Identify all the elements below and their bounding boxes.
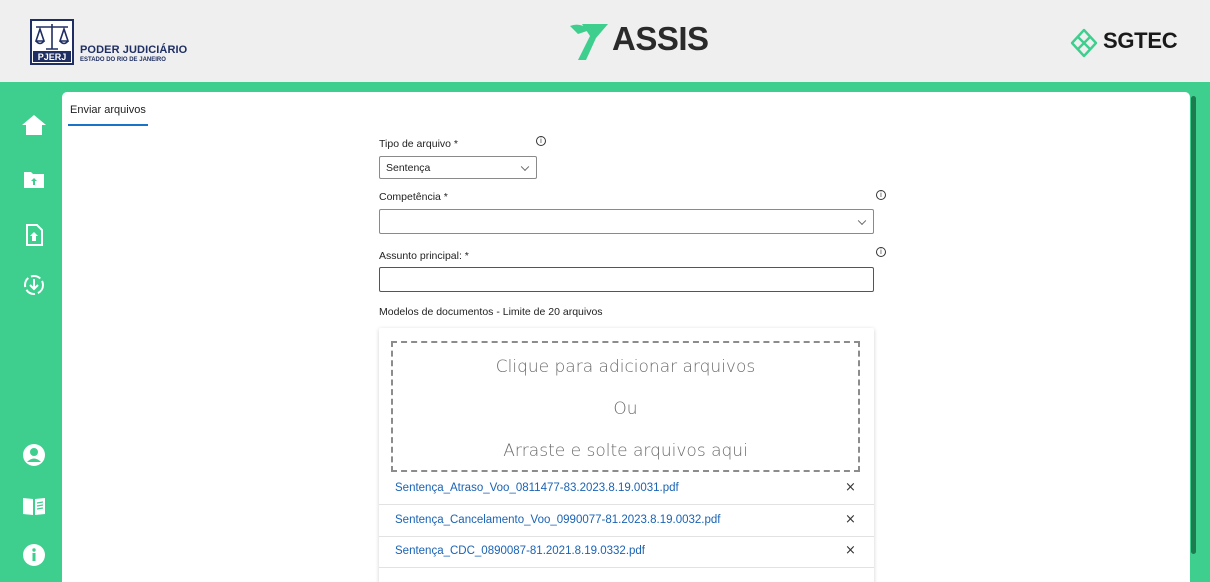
dropzone-drag-text: Arraste e solte arquivos aqui bbox=[503, 441, 748, 461]
org-subtitle: ESTADO DO RIO DE JANEIRO bbox=[80, 57, 166, 63]
remove-file-icon[interactable]: × bbox=[845, 480, 856, 495]
active-tab-indicator bbox=[68, 124, 148, 126]
book-icon[interactable] bbox=[21, 493, 47, 519]
file-upload-icon[interactable] bbox=[21, 222, 47, 248]
user-icon[interactable] bbox=[21, 442, 47, 468]
main-subject-input[interactable] bbox=[379, 267, 874, 292]
file-dropzone[interactable]: Clique para adicionar arquivos Ou Arrast… bbox=[391, 341, 860, 472]
chevron-down-icon bbox=[520, 162, 530, 171]
chevron-down-icon bbox=[857, 216, 867, 225]
org-name: PODER JUDICIÁRIO ESTADO DO RIO DE JANEIR… bbox=[80, 44, 187, 63]
dropzone-click-text: Clique para adicionar arquivos bbox=[495, 357, 756, 377]
main-subject-label: Assunto principal: * bbox=[379, 250, 469, 262]
models-label: Modelos de documentos - Limite de 20 arq… bbox=[379, 306, 603, 318]
competence-info-icon[interactable]: i bbox=[876, 190, 886, 200]
vertical-scrollbar[interactable] bbox=[1191, 96, 1196, 554]
remove-file-icon[interactable]: × bbox=[845, 543, 856, 558]
app-name: ASSIS bbox=[612, 20, 709, 57]
folder-upload-icon[interactable] bbox=[21, 166, 47, 192]
file-list-item: Sentença_CDC_0890087-81.2021.8.19.0332.p… bbox=[379, 537, 874, 568]
home-icon[interactable] bbox=[21, 112, 47, 138]
main-panel: Enviar arquivos Tipo de arquivo * i Sent… bbox=[62, 92, 1190, 582]
file-type-label: Tipo de arquivo * bbox=[379, 138, 458, 150]
remove-file-icon[interactable]: × bbox=[845, 512, 856, 527]
competence-label: Competência * bbox=[379, 191, 448, 203]
file-type-value: Sentença bbox=[386, 161, 431, 174]
header-stripe bbox=[0, 82, 1210, 90]
file-name-link[interactable]: Sentença_Atraso_Voo_0811477-83.2023.8.19… bbox=[395, 482, 679, 494]
competence-select[interactable] bbox=[379, 209, 874, 234]
file-type-info-icon[interactable]: i bbox=[536, 136, 546, 146]
pjerj-logo: PJERJ bbox=[30, 19, 74, 65]
tab-enviar-arquivos[interactable]: Enviar arquivos bbox=[70, 104, 146, 116]
dropzone-or-text: Ou bbox=[613, 399, 638, 419]
file-name-link[interactable]: Sentença_Cancelamento_Voo_0990077-81.202… bbox=[395, 514, 720, 526]
app-header: PJERJ PODER JUDICIÁRIO ESTADO DO RIO DE … bbox=[0, 0, 1210, 82]
download-circle-icon[interactable] bbox=[21, 272, 47, 298]
svg-text:PJERJ: PJERJ bbox=[38, 52, 67, 62]
upload-card: Clique para adicionar arquivos Ou Arrast… bbox=[379, 328, 874, 582]
info-icon[interactable] bbox=[21, 542, 47, 568]
file-list-item: Sentença_Cancelamento_Voo_0990077-81.202… bbox=[379, 506, 874, 537]
sgtec-logo-icon bbox=[1070, 28, 1098, 58]
file-list-item: Sentença_Atraso_Voo_0811477-83.2023.8.19… bbox=[379, 474, 874, 505]
org-title: PODER JUDICIÁRIO bbox=[80, 44, 188, 56]
file-name-link[interactable]: Sentença_CDC_0890087-81.2021.8.19.0332.p… bbox=[395, 545, 645, 557]
partner-name: SGTEC bbox=[1103, 28, 1178, 53]
file-type-select[interactable]: Sentença bbox=[379, 156, 537, 179]
sidebar bbox=[0, 90, 62, 582]
main-subject-info-icon[interactable]: i bbox=[876, 247, 886, 257]
